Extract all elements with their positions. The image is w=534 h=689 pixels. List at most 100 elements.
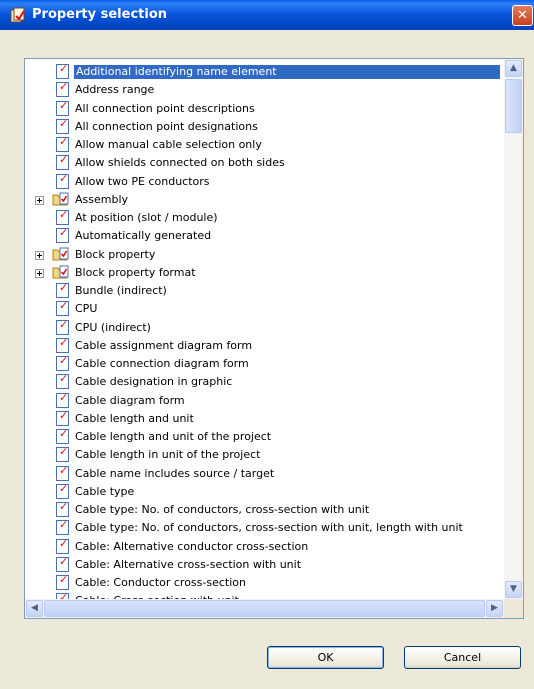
scroll-down-button[interactable]: ▼ [505, 581, 522, 598]
scroll-right-button[interactable]: ▶ [486, 600, 503, 617]
tree-item[interactable]: Cable name includes source / target [25, 464, 504, 483]
property-checked-icon [56, 354, 69, 371]
plus-expander-icon[interactable] [35, 195, 44, 205]
tree-item-label: All connection point descriptions [75, 101, 255, 115]
tree-item[interactable]: Allow two PE conductors [25, 172, 504, 191]
tree-item-label: CPU (indirect) [75, 320, 151, 334]
property-checked-icon [56, 464, 69, 481]
tree-item-label: At position (slot / module) [75, 211, 218, 224]
property-checked-icon [56, 555, 69, 572]
tree-item-label: Block property format [75, 265, 196, 279]
tree-item[interactable]: Cable assignment diagram form [25, 336, 504, 355]
tree-item-label: Bundle (indirect) [75, 284, 167, 297]
property-checked-icon [56, 318, 69, 335]
tree-item[interactable]: Cable: Conductor cross-section [25, 573, 504, 592]
property-checked-icon [56, 391, 69, 408]
property-checked-icon [56, 281, 69, 298]
property-checked-icon [56, 299, 69, 317]
property-group-icon [52, 265, 69, 279]
tree-item-label: Cable: Alternative conductor cross-secti… [75, 539, 309, 553]
tree-item-label: Cable: Alternative cross-section with un… [75, 557, 302, 571]
tree-item[interactable]: Automatically generated [25, 226, 504, 245]
plus-expander-icon[interactable] [35, 250, 44, 260]
property-checked-icon [56, 62, 69, 79]
tree-item-label: Automatically generated [75, 229, 212, 243]
tree-item-label: Additional identifying name element [74, 65, 500, 79]
vertical-scrollbar[interactable]: ▲ ▼ [504, 59, 523, 599]
tree-item[interactable]: All connection point descriptions [25, 99, 504, 118]
scroll-left-button[interactable]: ◀ [26, 600, 43, 617]
tree-item[interactable]: Cable: Cross-section with unit [25, 591, 504, 599]
title-bar[interactable]: Property selection ✕ [0, 0, 534, 30]
tree-item-label: Block property [75, 247, 156, 261]
property-tree[interactable]: Additional identifying name element Addre… [25, 59, 504, 599]
tree-item[interactable]: At position (slot / module) [25, 208, 504, 227]
tree-item[interactable]: CPU [25, 299, 504, 318]
tree-item[interactable]: Cable: Alternative cross-section with un… [25, 555, 504, 574]
window-icon [10, 7, 25, 23]
tree-item-label: Cable type: No. of conductors, cross-sec… [75, 521, 463, 535]
property-checked-icon [56, 409, 69, 426]
property-list-frame: Additional identifying name element Addre… [24, 58, 524, 619]
tree-item[interactable]: Block property [25, 246, 504, 264]
tree-item[interactable]: CPU (indirect) [25, 318, 504, 337]
tree-item[interactable]: Cable length and unit of the project [25, 427, 504, 446]
tree-item-label: Allow shields connected on both sides [75, 156, 285, 170]
tree-item-label: Cable connection diagram form [75, 357, 249, 370]
tree-item-label: Cable diagram form [75, 393, 185, 407]
cancel-button[interactable]: Cancel [404, 646, 521, 669]
tree-item[interactable]: Address range [25, 80, 504, 99]
tree-item-label: Allow two PE conductors [75, 174, 210, 188]
horizontal-scroll-thumb[interactable] [44, 600, 485, 617]
tree-item[interactable]: Bundle (indirect) [25, 281, 504, 300]
vertical-scroll-thumb[interactable] [505, 79, 522, 133]
tree-item[interactable]: Cable length in unit of the project [25, 445, 504, 464]
property-checked-icon [56, 117, 69, 134]
property-checked-icon [56, 573, 69, 590]
property-checked-icon [56, 500, 69, 517]
tree-item-label: Cable name includes source / target [75, 466, 275, 480]
property-checked-icon [56, 135, 69, 152]
property-checked-icon [56, 445, 69, 463]
tree-item[interactable]: Allow shields connected on both sides [25, 153, 504, 172]
property-checked-icon [56, 372, 69, 390]
scrollbar-corner [504, 599, 523, 618]
tree-item[interactable]: Cable connection diagram form [25, 354, 504, 373]
tree-item-label: Cable designation in graphic [75, 375, 233, 389]
ok-button[interactable]: OK [267, 646, 384, 669]
tree-item-label: Cable assignment diagram form [75, 338, 253, 352]
property-group-icon [52, 192, 69, 206]
tree-item[interactable]: Cable length and unit [25, 409, 504, 428]
property-checked-icon [56, 99, 69, 116]
tree-item[interactable]: Cable: Alternative conductor cross-secti… [25, 537, 504, 556]
tree-item[interactable]: Cable type [25, 482, 504, 501]
tree-item[interactable]: Cable diagram form [25, 391, 504, 410]
property-checked-icon [56, 336, 69, 353]
tree-item[interactable]: All connection point designations [25, 117, 504, 136]
tree-item[interactable]: Block property format [25, 264, 504, 282]
tree-item-label: CPU [75, 302, 98, 316]
tree-item[interactable]: Additional identifying name element [25, 62, 504, 81]
property-checked-icon [56, 226, 69, 244]
tree-item-label: Cable type: No. of conductors, cross-sec… [75, 503, 370, 516]
tree-item-label: All connection point designations [75, 119, 258, 133]
tree-item-label: Cable type [75, 484, 135, 498]
close-button[interactable]: ✕ [512, 5, 533, 26]
property-checked-icon [56, 518, 69, 536]
tree-item[interactable]: Assembly [25, 191, 504, 209]
tree-item[interactable]: Cable type: No. of conductors, cross-sec… [25, 500, 504, 519]
horizontal-scrollbar[interactable]: ◀ ▶ [25, 599, 504, 618]
property-checked-icon [56, 80, 69, 98]
window-title: Property selection [32, 7, 168, 22]
tree-item[interactable]: Allow manual cable selection only [25, 135, 504, 154]
tree-item-label: Assembly [75, 192, 129, 206]
tree-item[interactable]: Cable designation in graphic [25, 372, 504, 391]
tree-item-label: Cable length and unit [75, 411, 194, 425]
tree-item-label: Allow manual cable selection only [75, 138, 262, 151]
property-checked-icon [56, 537, 69, 554]
property-checked-icon [56, 153, 69, 171]
tree-item[interactable]: Cable type: No. of conductors, cross-sec… [25, 518, 504, 537]
plus-expander-icon[interactable] [35, 268, 44, 278]
property-checked-icon [56, 208, 69, 225]
scroll-up-button[interactable]: ▲ [505, 60, 522, 77]
